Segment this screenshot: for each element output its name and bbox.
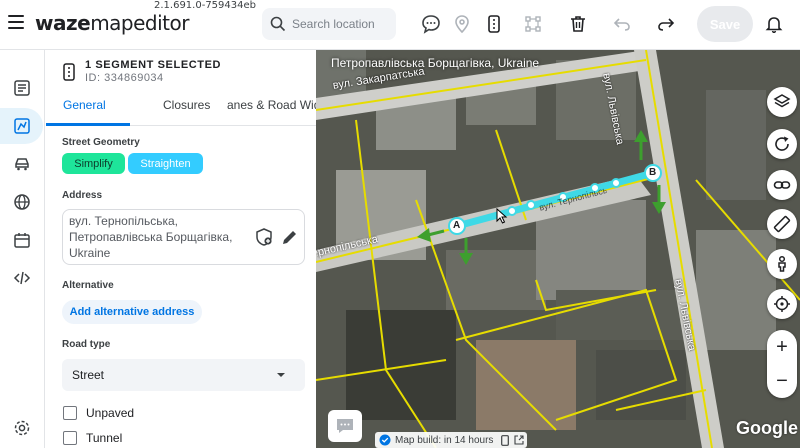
nav-globe-icon[interactable] — [2, 184, 42, 220]
menu-icon[interactable] — [8, 15, 24, 29]
search-box[interactable] — [262, 8, 396, 40]
refresh-icon — [775, 136, 789, 151]
unpaved-checkbox[interactable] — [63, 406, 77, 420]
place-pin-icon[interactable] — [450, 12, 474, 36]
nav-car-icon[interactable] — [2, 146, 42, 182]
alternative-label: Alternative — [62, 280, 114, 291]
map-canvas[interactable]: Петропавлівська Борщагівка, Ukraine A B … — [316, 50, 800, 448]
edit-pencil-icon[interactable] — [281, 228, 299, 246]
road-type-select[interactable]: Street — [62, 359, 305, 391]
crosshair-icon — [774, 296, 790, 312]
my-location-button[interactable] — [767, 289, 797, 319]
segment-edit-panel: 1 SEGMENT SELECTED ID: 334869034 General… — [46, 50, 316, 448]
version-label: 2.1.691.0-759434eb — [154, 0, 256, 11]
link-icon — [773, 181, 791, 189]
tunnel-label: Tunnel — [86, 431, 123, 445]
nav-map-edit-icon[interactable] — [0, 108, 43, 144]
search-icon — [270, 16, 286, 32]
logo-mapeditor: mapeditor — [90, 11, 189, 35]
venue-polygon-icon[interactable] — [521, 12, 545, 36]
verified-badge-icon — [379, 434, 391, 446]
segment-icon — [63, 63, 75, 81]
active-tab-indicator — [46, 123, 130, 126]
nav-settings-gear-icon[interactable] — [2, 410, 42, 446]
zoom-out-button[interactable]: − — [767, 364, 797, 398]
tab-lanes-road-width[interactable]: anes & Road Wid — [227, 98, 316, 112]
refresh-button[interactable] — [767, 129, 797, 159]
address-value: вул. Тернопільська, Петропавлівська Борщ… — [69, 214, 233, 260]
map-build-text: Map build: in 14 hours — [395, 434, 494, 446]
house-shield-add-icon[interactable] — [254, 227, 274, 247]
street-geometry-label: Street Geometry — [62, 137, 140, 148]
permalink-button[interactable] — [767, 170, 797, 200]
nav-code-icon[interactable] — [2, 260, 42, 296]
tunnel-checkbox[interactable] — [63, 431, 77, 445]
external-link-icon[interactable] — [514, 435, 524, 445]
straighten-button[interactable]: Straighten — [128, 153, 203, 174]
logo-waze: waze — [35, 11, 91, 35]
segment-icon[interactable] — [482, 12, 506, 36]
simplify-button[interactable]: Simplify — [62, 153, 125, 174]
left-navigation — [0, 50, 45, 448]
map-build-info: Map build: in 14 hours — [375, 432, 527, 448]
nav-calendar-icon[interactable] — [2, 222, 42, 258]
segment-id: ID: 334869034 — [85, 72, 164, 84]
undo-icon[interactable] — [610, 12, 634, 36]
pegman-icon — [778, 255, 786, 272]
ruler-icon — [773, 215, 791, 233]
street-view-button[interactable] — [767, 249, 797, 279]
google-attribution: Google — [736, 418, 798, 438]
chat-bubble-icon — [337, 419, 353, 433]
selected-segment-overlay[interactable] — [316, 50, 800, 448]
measure-ruler-button[interactable] — [767, 209, 797, 239]
search-input[interactable] — [292, 17, 388, 31]
layers-button[interactable] — [767, 87, 797, 117]
cursor-icon — [496, 208, 508, 224]
tab-closures[interactable]: Closures — [163, 98, 210, 112]
top-bar: 2.1.691.0-759434eb wazemapeditor Save — [0, 0, 800, 50]
chat-button[interactable] — [328, 410, 362, 442]
delete-icon[interactable] — [566, 12, 590, 36]
address-label: Address — [62, 190, 103, 201]
layers-icon — [773, 94, 791, 108]
unpaved-label: Unpaved — [86, 406, 135, 420]
road-type-label: Road type — [62, 339, 111, 350]
device-icon[interactable] — [501, 434, 510, 446]
road-type-value: Street — [72, 368, 105, 382]
redo-icon[interactable] — [654, 12, 678, 36]
save-button[interactable]: Save — [697, 6, 753, 42]
app-logo[interactable]: wazemapeditor — [35, 11, 189, 35]
zoom-in-button[interactable]: + — [767, 330, 797, 364]
comment-icon[interactable] — [419, 12, 443, 36]
node-b-label: B — [649, 167, 657, 178]
node-a-label: A — [453, 220, 461, 231]
address-field[interactable]: вул. Тернопільська, Петропавлівська Борщ… — [62, 209, 305, 265]
notifications-bell-icon[interactable] — [762, 12, 786, 36]
chevron-down-icon — [277, 373, 285, 377]
nav-list-icon[interactable] — [2, 70, 42, 106]
zoom-controls: + − — [767, 330, 797, 398]
panel-tabs: General Closures anes & Road Wid — [46, 90, 316, 126]
tab-general[interactable]: General — [63, 98, 106, 112]
add-alternative-address-button[interactable]: Add alternative address — [62, 300, 202, 324]
selection-header: 1 SEGMENT SELECTED ID: 334869034 — [62, 59, 302, 89]
selection-title: 1 SEGMENT SELECTED — [85, 59, 222, 71]
